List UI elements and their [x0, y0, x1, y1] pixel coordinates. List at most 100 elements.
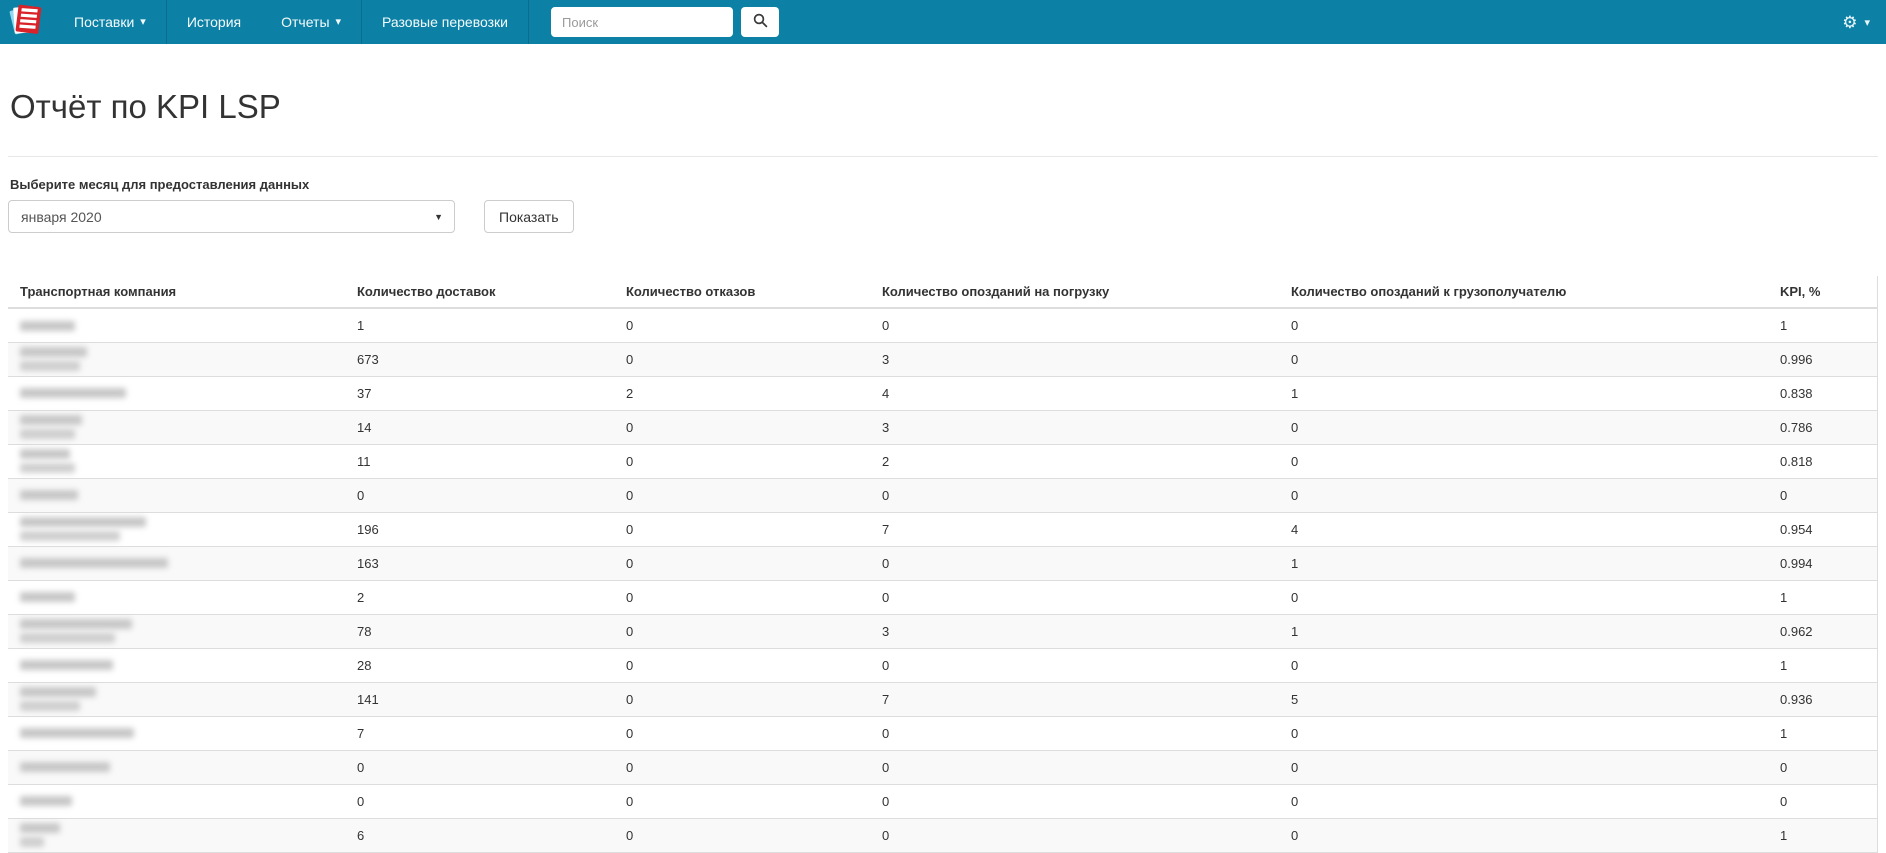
- company-cell: [8, 647, 349, 683]
- chevron-down-icon: ▾: [1864, 16, 1870, 29]
- table-row: 37 2 4 1 0.838: [8, 375, 1878, 411]
- deliveries-cell: 78: [349, 613, 618, 649]
- redacted-company-name: [20, 837, 44, 848]
- kpi-cell: 0: [1772, 749, 1878, 785]
- refusals-cell: 0: [626, 318, 634, 334]
- deliveries-cell: 0: [349, 749, 618, 785]
- search-button[interactable]: [741, 7, 779, 37]
- redacted-company-name: [20, 361, 80, 372]
- consignee-delays-cell: 0: [1283, 443, 1772, 479]
- redacted-company-name: [20, 320, 75, 331]
- month-select[interactable]: января 2020 ▼: [8, 200, 455, 234]
- redacted-company-name: [20, 687, 96, 698]
- deliveries-cell: 2: [349, 579, 618, 615]
- nav-item-otchety[interactable]: Отчеты ▾: [261, 0, 361, 44]
- deliveries-cell: 1: [357, 318, 365, 334]
- kpi-cell: 1: [1772, 647, 1878, 683]
- deliveries-cell: 196: [349, 511, 618, 547]
- nav-item-postavki[interactable]: Поставки ▾: [54, 0, 166, 44]
- settings-menu-toggle[interactable]: ⚙ ▾: [1842, 0, 1886, 44]
- kpi-cell: 0.996: [1772, 341, 1878, 377]
- company-cell: [8, 511, 349, 547]
- consignee-delays-cell: 0: [1283, 715, 1772, 751]
- company-cell: [8, 817, 349, 853]
- refusals-cell: 0: [618, 817, 874, 853]
- company-cell: [8, 545, 349, 581]
- company-cell: [8, 375, 349, 411]
- redacted-company-name: [20, 517, 146, 528]
- deliveries-cell: 163: [349, 545, 618, 581]
- refusals-cell: 0: [618, 477, 874, 513]
- redacted-company-name: [20, 429, 75, 440]
- kpi-cell: 0.936: [1772, 681, 1878, 717]
- chevron-down-icon: ▾: [140, 15, 146, 28]
- search-icon: [753, 13, 768, 31]
- consignee-delays-cell: 0: [1291, 318, 1299, 334]
- nav-item-razovye-perevozki[interactable]: Разовые перевозки: [362, 0, 528, 44]
- navbar-search: [529, 0, 779, 44]
- kpi-cell: 0: [1772, 783, 1878, 819]
- refusals-cell: 0: [618, 511, 874, 547]
- consignee-delays-cell: 4: [1283, 511, 1772, 547]
- loading-delays-cell: 0: [874, 579, 1283, 615]
- redacted-company-name: [20, 701, 80, 712]
- deliveries-cell: 0: [349, 783, 618, 819]
- col-header-kpi: KPI, %: [1772, 276, 1878, 310]
- select-caret-icon: ▼: [434, 211, 443, 222]
- documents-logo-icon: [6, 3, 46, 42]
- loading-delays-cell: 0: [874, 783, 1283, 819]
- redacted-company-name: [20, 463, 75, 474]
- loading-delays-cell: 0: [882, 318, 890, 334]
- title-divider: [8, 156, 1878, 158]
- filter-row: января 2020 ▼ Показать: [8, 200, 1878, 234]
- table-row: 673 0 3 0 0.996: [8, 341, 1878, 377]
- consignee-delays-cell: 5: [1283, 681, 1772, 717]
- consignee-delays-cell: 1: [1283, 613, 1772, 649]
- consignee-delays-cell: 0: [1283, 477, 1772, 513]
- refusals-cell: 0: [618, 783, 874, 819]
- chevron-down-icon: ▾: [335, 15, 342, 28]
- company-cell: [8, 341, 349, 377]
- kpi-table: Транспортная компания Количество доставо…: [8, 276, 1878, 853]
- loading-delays-cell: 7: [874, 681, 1283, 717]
- kpi-cell: 0.838: [1772, 375, 1878, 411]
- deliveries-cell: 37: [349, 375, 618, 411]
- nav-item-label: История: [186, 14, 242, 30]
- company-cell: [8, 443, 349, 479]
- month-filter-label: Выберите месяц для предоставления данных: [10, 177, 310, 193]
- redacted-company-name: [20, 531, 120, 542]
- col-header-deliveries: Количество доставок: [349, 276, 618, 310]
- company-cell: [8, 477, 349, 513]
- company-cell: [8, 409, 349, 445]
- loading-delays-cell: 7: [874, 511, 1283, 547]
- refusals-cell: 0: [618, 579, 874, 615]
- loading-delays-cell: 0: [874, 817, 1283, 853]
- deliveries-cell: 0: [349, 477, 618, 513]
- col-header-company: Транспортная компания: [8, 276, 349, 310]
- search-input[interactable]: [551, 7, 733, 37]
- brand-logo[interactable]: [0, 0, 54, 44]
- kpi-table-body: 1 0 0 0 1 673 0 3 0 0.996 37 2 4 1 0.838 14 0 3 0 0.786 11 0 2…: [8, 308, 1878, 853]
- nav-item-istoriya[interactable]: История: [167, 0, 261, 44]
- loading-delays-cell: 0: [874, 647, 1283, 683]
- redacted-company-name: [20, 619, 132, 630]
- table-row: 00000: [8, 749, 1878, 785]
- refusals-cell: 0: [618, 545, 874, 581]
- kpi-cell: 1: [1772, 715, 1878, 751]
- loading-delays-cell: 4: [874, 375, 1283, 411]
- deliveries-cell: 11: [349, 443, 618, 479]
- table-row: 1 0 0 0 1: [8, 308, 1878, 342]
- company-cell: [8, 783, 349, 819]
- kpi-cell: 0.954: [1772, 511, 1878, 547]
- kpi-cell: 0.786: [1772, 409, 1878, 445]
- table-row: 70001: [8, 715, 1878, 751]
- show-button[interactable]: Показать: [484, 200, 574, 234]
- consignee-delays-cell: 0: [1283, 783, 1772, 819]
- deliveries-cell: 141: [349, 681, 618, 717]
- consignee-delays-cell: 1: [1283, 545, 1772, 581]
- refusals-cell: 0: [618, 715, 874, 751]
- redacted-company-name: [20, 490, 78, 501]
- page-title: Отчёт по KPI LSP: [10, 88, 281, 125]
- deliveries-cell: 28: [349, 647, 618, 683]
- col-header-loading-delays: Количество опозданий на погрузку: [874, 276, 1283, 310]
